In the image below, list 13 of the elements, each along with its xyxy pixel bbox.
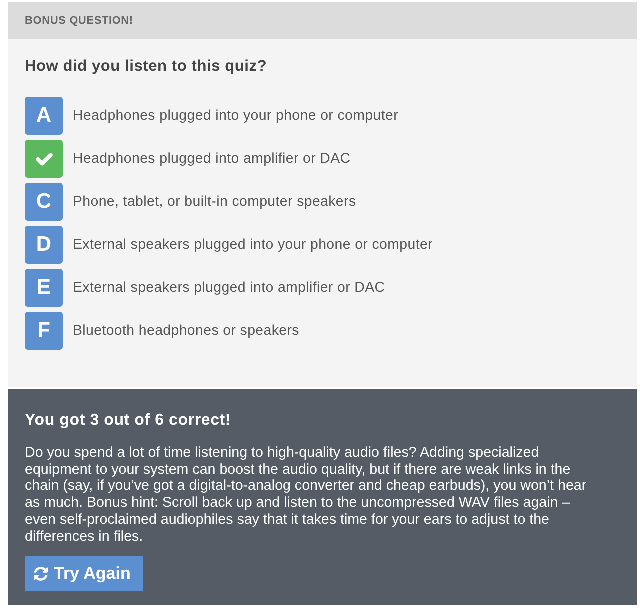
answer-label[interactable]: External speakers plugged into your phone or computer [73,237,433,253]
question-text: How did you listen to this quiz? [25,58,268,76]
answer-tile[interactable] [25,140,63,178]
check-icon [36,152,52,166]
answer-label[interactable]: Phone, tablet, or built-in computer speakers [73,194,356,210]
section-title: BONUS QUESTION! [25,14,134,26]
answer-label[interactable]: Bluetooth headphones or speakers [73,323,300,339]
result-paragraph: Do you spend a lot of time listening to high-quality audio files? Adding specialized equipment to your system can boost the audio quality, but if there are weak links in the chain (say, if you’ve got a digital-to-analog converter and cheap earbuds), you won’t hear as much. Bonus hint: Scroll back up and listen to the uncompressed WAV files again – even self-proclaimed audiophiles say that it takes time for your ears to adjust to the differences in files. [25,445,588,546]
answer-label[interactable]: Headphones plugged into amplifier or DAC [73,151,351,167]
refresh-icon [34,566,48,581]
score-heading: You got 3 out of 6 correct! [25,412,232,430]
answer-label[interactable]: External speakers plugged into amplifier or DAC [73,280,386,296]
answer-label[interactable]: Headphones plugged into your phone or computer [73,108,398,124]
